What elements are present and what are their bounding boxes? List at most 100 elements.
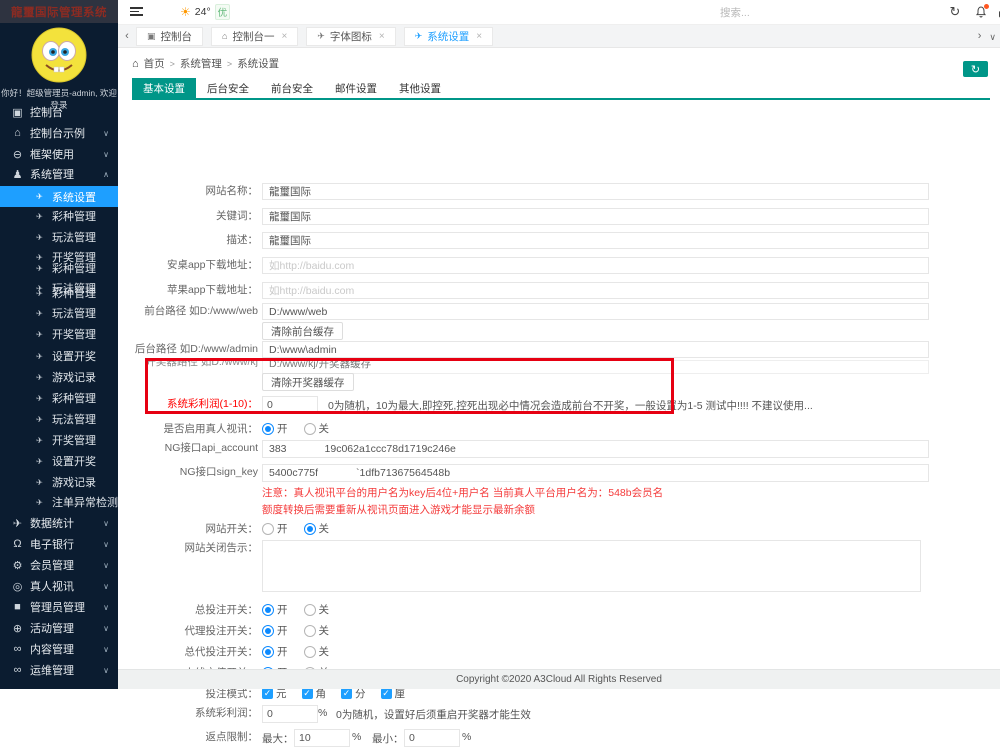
- send-icon: ✈: [33, 457, 46, 466]
- breadcrumb: ⌂ 首页 > 系统管理 > 系统设置: [132, 56, 279, 71]
- gagent-bet-off-radio[interactable]: 关: [304, 644, 330, 659]
- sidebar-item-lottery-mgmt[interactable]: ✈彩种管理: [0, 206, 118, 226]
- send-icon: ✈: [33, 394, 46, 403]
- sidebar-item-ebank[interactable]: Ω电子银行∨: [0, 534, 118, 554]
- keywords-input[interactable]: [262, 208, 929, 225]
- close-icon[interactable]: ×: [281, 31, 287, 42]
- send-icon: ✈: [33, 309, 46, 318]
- sidebar-item-statistics[interactable]: ✈数据统计∨: [0, 513, 118, 533]
- sidebar: 龍璽国际管理系统 你好！超级管理员-admin, 欢迎登录 ▣控制台 ⌂控制台示…: [0, 0, 118, 689]
- send-icon: ✈: [33, 330, 46, 339]
- android-app-url-input[interactable]: [262, 257, 929, 274]
- sidebar-item-console-demo[interactable]: ⌂控制台示例∨: [0, 123, 118, 143]
- sidebar-item-activities[interactable]: ⊕活动管理∨: [0, 618, 118, 638]
- breadcrumb-system-mgmt[interactable]: 系统管理: [180, 56, 222, 71]
- site-name-input[interactable]: [262, 183, 929, 200]
- sidebar-item-draw-settings[interactable]: ✈设置开奖: [0, 451, 118, 471]
- rebate-max-input[interactable]: [294, 729, 350, 747]
- avatar[interactable]: [31, 27, 87, 83]
- tab-basic-settings[interactable]: 基本设置: [132, 78, 196, 98]
- ng-sign-key-input[interactable]: 5400c775f `1dfb71367564548b: [262, 464, 929, 482]
- sidebar-item-ops[interactable]: ∞运维管理∨: [0, 660, 118, 680]
- copyright-text: Copyright ©2020 A3Cloud All Rights Reser…: [456, 674, 662, 685]
- total-bet-on-radio[interactable]: 开: [262, 602, 288, 617]
- profit1-input[interactable]: [262, 396, 318, 414]
- description-input[interactable]: [262, 232, 929, 249]
- bell-icon[interactable]: [972, 0, 990, 24]
- sidebar-item-members[interactable]: ⚙会员管理∨: [0, 555, 118, 575]
- sidebar-item-game-records[interactable]: ✈游戏记录: [0, 472, 118, 492]
- lock-icon[interactable]: [994, 0, 1000, 24]
- sidebar-item-draw-mgmt[interactable]: ✈开奖管理: [0, 324, 118, 344]
- tab-backend-security[interactable]: 后台安全: [196, 78, 260, 98]
- checkbox-checked-icon: [341, 688, 352, 699]
- breadcrumb-system-settings[interactable]: 系统设置: [237, 56, 279, 71]
- tabs-scroll-right-icon[interactable]: ›: [978, 30, 982, 43]
- tab-console[interactable]: ▣控制台: [136, 27, 203, 46]
- send-icon: ✈: [33, 212, 46, 221]
- plane-icon: ✈: [11, 517, 24, 530]
- close-icon[interactable]: ×: [379, 31, 385, 42]
- sidebar-item-live-video[interactable]: ◎真人视讯∨: [0, 576, 118, 596]
- sidebar-item-lottery-mgmt[interactable]: ✈彩种管理: [0, 283, 118, 303]
- sidebar-item-admins[interactable]: ■管理员管理∨: [0, 597, 118, 617]
- tab-other-settings[interactable]: 其他设置: [388, 78, 452, 98]
- app-title: 龍璽国际管理系统: [0, 0, 118, 23]
- rebate-min-input[interactable]: [404, 729, 460, 747]
- sidebar-item-console[interactable]: ▣控制台: [0, 102, 118, 122]
- refresh-icon[interactable]: ↻: [946, 0, 964, 24]
- clear-draw-cache-button[interactable]: 清除开奖器缓存: [262, 373, 354, 391]
- sidebar-item-draw-settings[interactable]: ✈设置开奖: [0, 346, 118, 366]
- live-on-radio[interactable]: 开: [262, 421, 288, 436]
- send-icon: ✈: [33, 373, 46, 382]
- ios-app-url-input[interactable]: [262, 282, 929, 299]
- chevron-down-icon: ∨: [103, 645, 109, 654]
- live-off-radio[interactable]: 关: [304, 421, 330, 436]
- site-off-radio[interactable]: 关: [304, 521, 330, 536]
- site-on-radio[interactable]: 开: [262, 521, 288, 536]
- sidebar-item-lottery-mgmt[interactable]: ✈彩种管理: [0, 258, 118, 278]
- profit2-input[interactable]: [262, 705, 318, 723]
- settings-tabs: 基本设置 后台安全 前台安全 邮件设置 其他设置: [132, 78, 990, 100]
- front-path-input[interactable]: [262, 303, 929, 320]
- sidebar-item-lottery-mgmt[interactable]: ✈彩种管理: [0, 388, 118, 408]
- agent-bet-on-radio[interactable]: 开: [262, 623, 288, 638]
- send-icon: ✈: [33, 352, 46, 361]
- temperature: 24°: [195, 6, 211, 18]
- sidebar-item-system-settings[interactable]: ✈系统设置: [0, 186, 118, 207]
- admin-path-input[interactable]: [262, 341, 929, 358]
- tabs-dropdown-icon[interactable]: ∨: [989, 32, 996, 43]
- close-icon[interactable]: ×: [476, 31, 482, 42]
- sidebar-item-content[interactable]: ∞内容管理∨: [0, 639, 118, 659]
- tab-frontend-security[interactable]: 前台安全: [260, 78, 324, 98]
- tab-system-settings[interactable]: ✈系统设置×: [404, 27, 493, 46]
- breadcrumb-home[interactable]: 首页: [144, 56, 165, 71]
- agent-bet-off-radio[interactable]: 关: [304, 623, 330, 638]
- chevron-down-icon: ∨: [103, 582, 109, 591]
- search-input[interactable]: [718, 4, 832, 22]
- gagent-bet-on-radio[interactable]: 开: [262, 644, 288, 659]
- page-refresh-button[interactable]: ↻: [963, 61, 988, 77]
- spongebob-avatar-image: [31, 27, 87, 83]
- sidebar-item-play-mgmt[interactable]: ✈玩法管理: [0, 409, 118, 429]
- tab-mail-settings[interactable]: 邮件设置: [324, 78, 388, 98]
- close-notice-textarea[interactable]: [262, 540, 921, 592]
- kj-path-input-clipped[interactable]: D:/www/kj/开奖器缓存: [262, 360, 929, 374]
- sidebar-item-framework[interactable]: ⊖框架使用∨: [0, 144, 118, 164]
- ng-api-account-input[interactable]: 383 19c062a1ccc78d1719c246e: [262, 440, 929, 458]
- tab-font-icons[interactable]: ✈字体图标×: [306, 27, 395, 46]
- target-icon: ⊕: [11, 622, 24, 635]
- sidebar-item-draw-mgmt[interactable]: ✈开奖管理: [0, 430, 118, 450]
- sidebar-item-game-records[interactable]: ✈游戏记录: [0, 367, 118, 387]
- hamburger-menu-icon[interactable]: [130, 7, 143, 17]
- tab-console-one[interactable]: ⌂控制台一×: [211, 27, 298, 46]
- sidebar-item-abnormal-orders[interactable]: ✈注单异常检测: [0, 492, 118, 512]
- tabs-scroll-left-icon[interactable]: ‹: [118, 30, 136, 42]
- sidebar-item-play-mgmt[interactable]: ✈玩法管理: [0, 227, 118, 247]
- clear-front-cache-button[interactable]: 清除前台缓存: [262, 322, 343, 340]
- sidebar-item-system-mgmt[interactable]: ♟系统管理∧: [0, 164, 118, 184]
- total-bet-off-radio[interactable]: 关: [304, 602, 330, 617]
- profit1-hint: 0为随机，10为最大,即控死,控死出现必中情况会造成前台不开奖，一般设置为1-5…: [328, 398, 813, 413]
- sidebar-item-play-mgmt[interactable]: ✈玩法管理: [0, 303, 118, 323]
- chevron-down-icon: ∨: [103, 150, 109, 159]
